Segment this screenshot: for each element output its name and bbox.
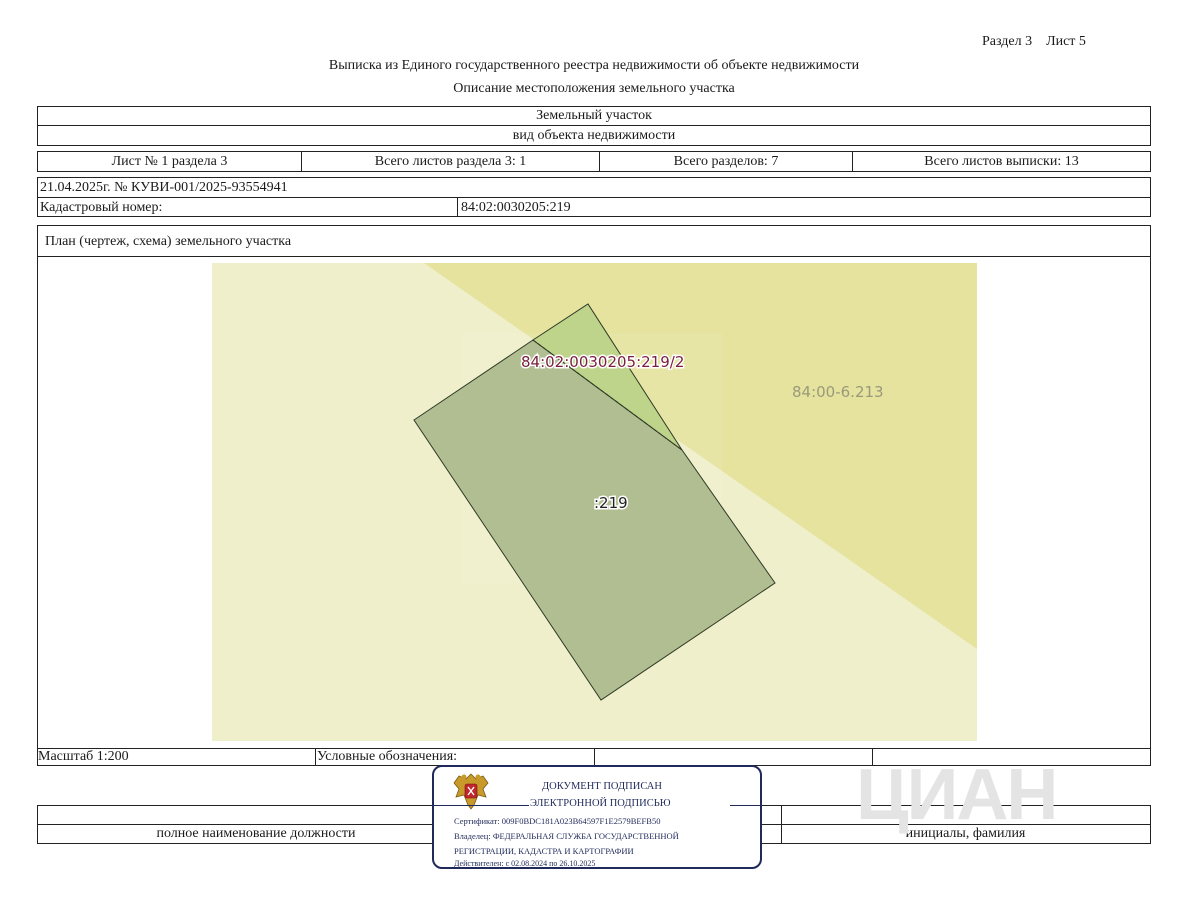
record-box: 21.04.2025г. № КУВИ-001/2025-93554941 Ка…	[37, 177, 1151, 217]
sheet-number-cell: Лист № 1 раздела 3	[38, 152, 302, 171]
scale-label: Масштаб 1:200	[38, 749, 129, 764]
cadastral-label: Кадастровый номер:	[40, 200, 163, 215]
signature-sep-top	[781, 806, 782, 825]
object-type-box: Земельный участок вид объекта недвижимос…	[37, 106, 1151, 146]
stamp-line-2: ЭЛЕКТРОННОЙ ПОДПИСЬЮ	[530, 798, 671, 809]
zone-label: 84:00-6.213	[792, 383, 884, 401]
plan-title: План (чертеж, схема) земельного участка	[45, 234, 292, 249]
sections-total-cell: Всего разделов: 7	[600, 152, 853, 171]
sheets-in-section-cell: Всего листов раздела 3: 1	[302, 152, 600, 171]
electronic-signature-stamp: ДОКУМЕНТ ПОДПИСАН ЭЛЕКТРОННОЙ ПОДПИСЬЮ С…	[432, 765, 762, 869]
legend-sep-1	[315, 748, 316, 765]
sheets-info-row: Лист № 1 раздела 3 Всего листов раздела …	[37, 151, 1151, 172]
sheets-total-cell: Всего листов выписки: 13	[924, 153, 1079, 169]
stamp-certificate: Сертификат: 009F0BDC181A023B64597F1E2579…	[454, 816, 661, 826]
parcel-label: :219	[594, 494, 628, 512]
stamp-owner-1: Владелец: ФЕДЕРАЛЬНАЯ СЛУЖБА ГОСУДАРСТВЕ…	[454, 831, 679, 841]
stamp-validity: Действителен: с 02.08.2024 по 26.10.2025	[454, 859, 596, 868]
coat-of-arms-icon	[453, 773, 489, 810]
stamp-line-1: ДОКУМЕНТ ПОДПИСАН	[542, 781, 662, 792]
cadastral-divider	[457, 197, 458, 216]
parcel-part-label: 84:02:0030205:219/2	[521, 353, 684, 371]
record-divider	[38, 197, 1150, 198]
stamp-owner-2: РЕГИСТРАЦИИ, КАДАСТРА И КАРТОГРАФИИ	[454, 846, 634, 856]
section-sheet-label: Раздел 3 Лист 5	[982, 34, 1086, 49]
record-date-number: 21.04.2025г. № КУВИ-001/2025-93554941	[40, 180, 288, 195]
document-subtitle: Описание местоположения земельного участ…	[453, 81, 735, 96]
plan-title-divider	[38, 256, 1150, 257]
legend-sep-2	[594, 748, 595, 765]
cadastral-number: 84:02:0030205:219	[461, 200, 571, 215]
document-title: Выписка из Единого государственного реес…	[328, 58, 860, 73]
symbols-label: Условные обозначения:	[317, 749, 458, 764]
stamp-rule-right	[730, 805, 760, 806]
position-caption: полное наименование должности	[156, 826, 356, 841]
object-type-caption: вид объекта недвижимости	[512, 127, 676, 143]
stamp-rule-left	[434, 805, 529, 806]
legend-sep-3	[872, 748, 873, 765]
object-type-value: Земельный участок	[38, 107, 1150, 126]
name-caption: инициалы, фамилия	[905, 826, 1026, 841]
plan-drawing: 84:02:0030205:219/2 84:00-6.213 :219	[212, 263, 977, 741]
